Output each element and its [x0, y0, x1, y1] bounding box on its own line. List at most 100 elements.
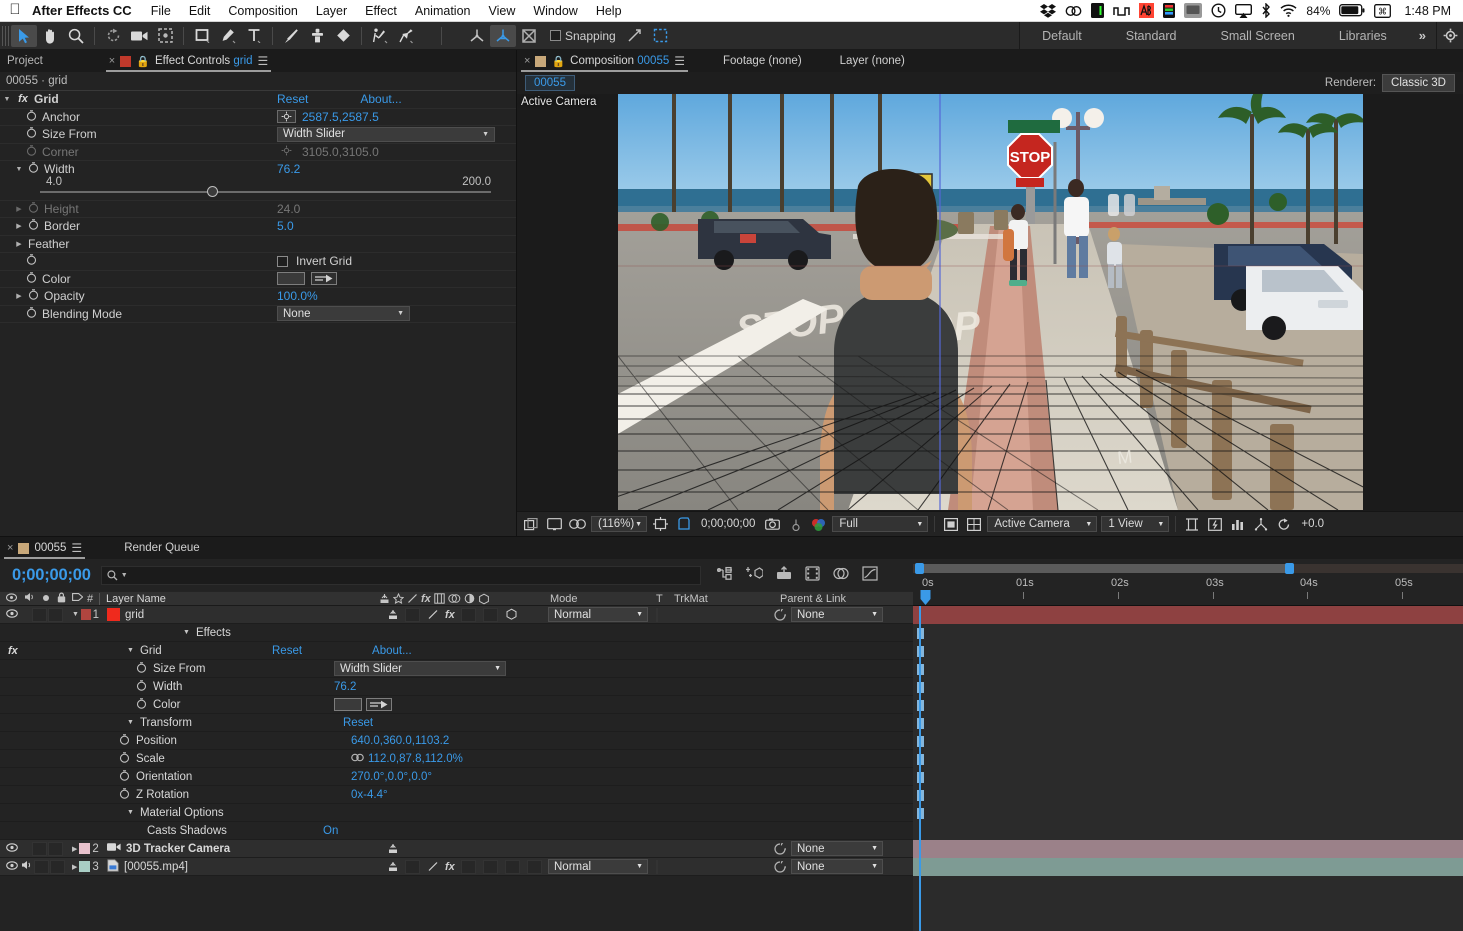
- frame-blend-toggle[interactable]: [461, 608, 476, 622]
- width-slider-knob[interactable]: [207, 186, 218, 197]
- property-row-color[interactable]: Color: [0, 270, 516, 288]
- stopwatch-icon[interactable]: [119, 752, 130, 766]
- effects-icon[interactable]: fx: [445, 609, 455, 621]
- workspace-settings-gear-icon[interactable]: [1437, 25, 1463, 47]
- timemachine-icon[interactable]: [1211, 3, 1226, 19]
- panel-menu-icon[interactable]: ☰: [258, 54, 269, 68]
- property-row-feather[interactable]: ▶ Feather: [0, 235, 516, 253]
- tab-effect-controls[interactable]: × 🔒 Effect Controls grid ☰: [102, 50, 276, 72]
- property-row-invert-grid[interactable]: Invert Grid: [0, 252, 516, 270]
- timeline-ruler[interactable]: 0s 01s 02s 03s 04s 05s: [913, 559, 1463, 606]
- view-axis-mode-icon[interactable]: [516, 25, 542, 47]
- layer-color-chip[interactable]: [81, 609, 91, 620]
- resolution-dropdown[interactable]: Full ▼: [832, 516, 928, 532]
- toggle-transparency-icon[interactable]: [674, 516, 693, 533]
- apple-logo-icon[interactable]: : [0, 2, 30, 19]
- parent-dropdown[interactable]: None ▼: [791, 607, 883, 622]
- panel-menu-icon[interactable]: ☰: [71, 541, 82, 555]
- workspace-libraries[interactable]: Libraries: [1317, 29, 1409, 43]
- layer-audio-toggle[interactable]: [32, 608, 47, 622]
- layer-audio-toggle[interactable]: [32, 842, 47, 856]
- property-value-opacity[interactable]: 100.0%: [277, 289, 318, 303]
- disclosure-triangle[interactable]: ▼: [127, 719, 134, 726]
- exposure-value[interactable]: +0.0: [1297, 518, 1328, 530]
- property-row-width[interactable]: ▼ Width 76.2: [0, 160, 516, 178]
- tab-timeline-comp[interactable]: × 00055 ☰: [0, 537, 89, 559]
- stopwatch-icon[interactable]: [26, 127, 38, 141]
- toggle-guides-icon[interactable]: [964, 516, 983, 533]
- tab-footage[interactable]: Footage (none): [716, 50, 809, 72]
- app-red-icon[interactable]: [1139, 3, 1154, 19]
- type-tool[interactable]: [241, 25, 267, 47]
- region-of-interest-icon[interactable]: [651, 516, 670, 533]
- layer-audio-toggle[interactable]: [19, 860, 34, 873]
- layer-bar-camera[interactable]: [913, 840, 1463, 858]
- camera-view-dropdown[interactable]: Active Camera ▼: [987, 516, 1097, 532]
- layer-bar-grid[interactable]: [913, 606, 1463, 624]
- shy-icon[interactable]: [387, 843, 399, 854]
- property-value[interactable]: 112.0,87.8,112.0%: [368, 753, 463, 765]
- workspace-small-screen[interactable]: Small Screen: [1198, 29, 1316, 43]
- menu-layer[interactable]: Layer: [307, 4, 356, 18]
- drive-icon[interactable]: [1091, 3, 1104, 19]
- property-row-anchor[interactable]: Anchor 2587.5,2587.5: [0, 108, 516, 126]
- feather-disclosure-triangle[interactable]: ▶: [14, 240, 24, 248]
- snapping-control[interactable]: Snapping: [550, 29, 616, 43]
- property-row-height[interactable]: ▶ Height 24.0: [0, 200, 516, 218]
- composition-mini-flowchart-icon[interactable]: [717, 566, 733, 584]
- track-matte-toggle[interactable]: [656, 608, 658, 622]
- transform-reset-button[interactable]: Reset: [343, 717, 373, 729]
- property-value[interactable]: 0x-4.4°: [351, 789, 388, 801]
- 3d-layer-toggle[interactable]: [527, 860, 542, 874]
- screen-icon[interactable]: [1184, 3, 1202, 19]
- size-from-dropdown[interactable]: Width Slider ▼: [277, 127, 495, 142]
- layer-name[interactable]: 3D Tracker Camera: [126, 843, 230, 855]
- creative-cloud-icon[interactable]: [1065, 3, 1082, 19]
- property-value-anchor[interactable]: 2587.5,2587.5: [302, 110, 379, 124]
- parent-dropdown[interactable]: None ▼: [791, 841, 883, 856]
- close-icon[interactable]: ×: [109, 55, 115, 67]
- layer-visibility-toggle[interactable]: [4, 861, 19, 873]
- stopwatch-icon[interactable]: [136, 662, 147, 676]
- tab-render-queue[interactable]: Render Queue: [117, 537, 206, 559]
- eyedropper-icon[interactable]: [311, 272, 337, 285]
- disclosure-triangle[interactable]: ▼: [127, 809, 134, 816]
- timeline-track-region[interactable]: [913, 606, 1463, 931]
- 3d-layer-icon[interactable]: [505, 608, 518, 621]
- pixel-aspect-correction-icon[interactable]: [1182, 516, 1201, 533]
- composition-stage[interactable]: STOP STOP: [618, 94, 1363, 510]
- stopwatch-icon[interactable]: [26, 110, 38, 124]
- width-slider-track[interactable]: [40, 191, 491, 193]
- effect-header-row[interactable]: ▼ fx Grid Reset About...: [0, 90, 516, 108]
- menu-file[interactable]: File: [142, 4, 180, 18]
- work-area-end-handle[interactable]: [1285, 563, 1294, 574]
- toolbar-grip[interactable]: [2, 26, 11, 46]
- pick-whip-icon[interactable]: [774, 843, 786, 855]
- layer-color-chip[interactable]: [79, 843, 90, 854]
- composition-viewer[interactable]: Active Camera: [517, 94, 1463, 511]
- parent-dropdown[interactable]: None ▼: [791, 859, 883, 874]
- layer-disclosure-triangle[interactable]: ▼: [72, 611, 79, 618]
- effect-about-button[interactable]: About...: [372, 645, 412, 657]
- zoom-dropdown[interactable]: (116%) ▼: [591, 516, 647, 532]
- disclosure-triangle[interactable]: ▼: [127, 647, 134, 654]
- brush-tool[interactable]: [278, 25, 304, 47]
- layer-visibility-toggle[interactable]: [4, 843, 19, 855]
- frame-blend-toggle[interactable]: [461, 860, 476, 874]
- effects-icon[interactable]: fx: [445, 861, 455, 873]
- timeline-graph-icon[interactable]: [1228, 516, 1247, 533]
- stopwatch-icon[interactable]: [119, 788, 130, 802]
- menu-help[interactable]: Help: [587, 4, 631, 18]
- property-value-border[interactable]: 5.0: [277, 219, 294, 233]
- snap-bounds-icon[interactable]: [648, 25, 674, 47]
- stopwatch-icon[interactable]: [28, 289, 40, 303]
- width-disclosure-triangle[interactable]: ▼: [14, 166, 24, 173]
- layer-disclosure-triangle[interactable]: ▶: [72, 863, 77, 871]
- eyedropper-icon[interactable]: [366, 698, 392, 711]
- menu-view[interactable]: View: [479, 4, 524, 18]
- layer-name[interactable]: grid: [125, 609, 144, 621]
- property-row-blending-mode[interactable]: Blending Mode None ▼: [0, 305, 516, 323]
- current-timecode[interactable]: 0;00;00;00: [0, 566, 101, 585]
- property-value[interactable]: 270.0°,0.0°,0.0°: [351, 771, 432, 783]
- work-area-start-handle[interactable]: [915, 563, 924, 574]
